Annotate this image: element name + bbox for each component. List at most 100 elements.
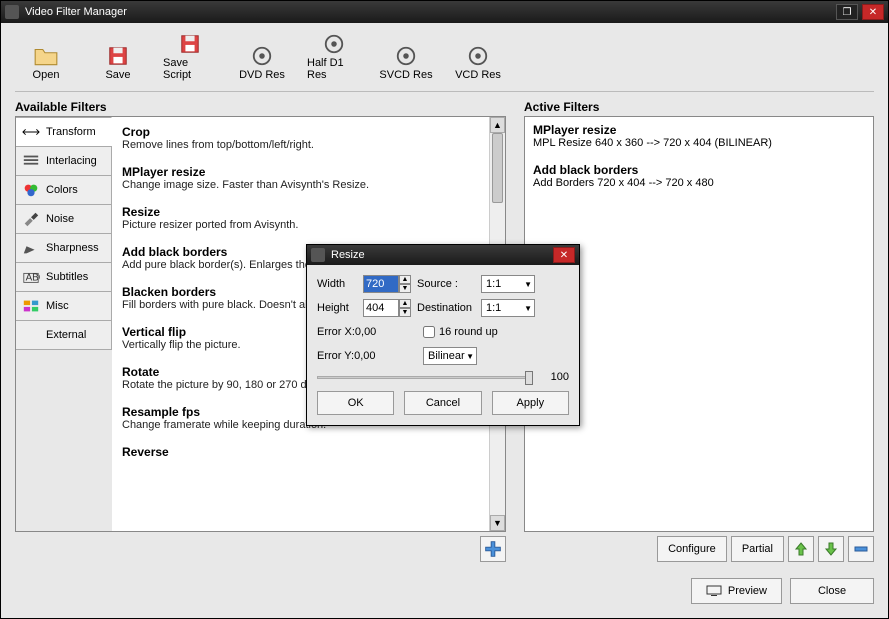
app-icon: [5, 5, 19, 19]
category-label: Subtitles: [46, 271, 88, 283]
filter-name: Resize: [122, 205, 481, 219]
source-ratio-select[interactable]: 1:1▼: [481, 275, 535, 293]
destination-label: Destination: [417, 302, 481, 314]
open-tool[interactable]: Open: [19, 45, 73, 81]
filter-desc: Remove lines from top/bottom/left/right.: [122, 139, 481, 151]
active-filters-label: Active Filters: [524, 100, 874, 114]
filter-desc: Picture resizer ported from Avisynth.: [122, 219, 481, 231]
chevron-down-icon: ▼: [524, 280, 532, 289]
half-d1-res-tool[interactable]: Half D1 Res: [307, 33, 361, 81]
main-toolbar: Open Save Save Script DVD Res Half D1 Res SVC…: [1, 23, 888, 87]
vcd-res-tool[interactable]: VCD Res: [451, 45, 505, 81]
category-label: Colors: [46, 184, 78, 196]
scroll-down-button[interactable]: ▼: [490, 515, 505, 531]
available-filters-label: Available Filters: [15, 100, 506, 114]
active-filter-desc: MPL Resize 640 x 360 --> 720 x 404 (BILI…: [533, 137, 865, 149]
save-tool[interactable]: Save: [91, 45, 145, 81]
category-label: External: [46, 329, 86, 341]
monitor-icon: [706, 585, 722, 597]
category-tab-interlacing[interactable]: Interlacing: [16, 146, 112, 176]
resize-dialog-title: Resize: [331, 249, 553, 261]
height-label: Height: [317, 302, 363, 314]
error-y-label: Error Y:0,00: [317, 350, 417, 362]
width-spin-down[interactable]: ▼: [399, 284, 411, 293]
main-titlebar: Video Filter Manager ❐ ✕: [1, 1, 888, 23]
category-tab-colors[interactable]: Colors: [16, 175, 112, 205]
toolbar-label: Save: [105, 69, 130, 81]
resize-apply-button[interactable]: Apply: [492, 391, 569, 415]
resize-ok-button[interactable]: OK: [317, 391, 394, 415]
category-tab-transform[interactable]: Transform: [16, 117, 112, 147]
filter-item[interactable]: Reverse: [122, 445, 481, 459]
error-x-label: Error X:0,00: [317, 326, 417, 338]
add-filter-button[interactable]: [480, 536, 506, 562]
destination-ratio-select[interactable]: 1:1▼: [481, 299, 535, 317]
category-label: Noise: [46, 213, 74, 225]
resize-close-button[interactable]: ✕: [553, 247, 575, 263]
category-label: Misc: [46, 300, 69, 312]
close-window-button[interactable]: ✕: [862, 4, 884, 20]
svg-text:ABC: ABC: [26, 273, 40, 284]
scroll-thumb[interactable]: [492, 133, 503, 203]
chevron-down-icon: ▼: [524, 304, 532, 313]
category-tabs: Transform Interlacing Colors Noise Sharpness…: [16, 117, 112, 531]
height-spin-down[interactable]: ▼: [399, 308, 411, 317]
preview-label: Preview: [728, 585, 767, 597]
separator: [15, 91, 874, 92]
active-filter-item[interactable]: Add black bordersAdd Borders 720 x 404 -…: [533, 163, 865, 189]
method-select[interactable]: Bilinear▼: [423, 347, 477, 365]
arrow-up-icon: [793, 541, 809, 557]
toolbar-label: SVCD Res: [379, 69, 432, 81]
category-label: Interlacing: [46, 155, 97, 167]
window-title: Video Filter Manager: [25, 6, 836, 18]
toolbar-label: Open: [33, 69, 60, 81]
filter-name: Crop: [122, 125, 481, 139]
move-up-button[interactable]: [788, 536, 814, 562]
filter-item[interactable]: MPlayer resizeChange image size. Faster …: [122, 165, 481, 191]
dvd-res-tool[interactable]: DVD Res: [235, 45, 289, 81]
height-input[interactable]: [363, 299, 399, 317]
category-tab-noise[interactable]: Noise: [16, 204, 112, 234]
width-spin-up[interactable]: ▲: [399, 275, 411, 284]
preview-button[interactable]: Preview: [691, 578, 782, 604]
save-script-tool[interactable]: Save Script: [163, 33, 217, 81]
chevron-down-icon: ▼: [466, 352, 474, 361]
source-label: Source :: [417, 278, 481, 290]
dialog-icon: [311, 248, 325, 262]
close-button[interactable]: Close: [790, 578, 874, 604]
configure-button[interactable]: Configure: [657, 536, 727, 562]
height-spin-up[interactable]: ▲: [399, 299, 411, 308]
toolbar-label: DVD Res: [239, 69, 285, 81]
close-label: Close: [818, 585, 846, 597]
filter-item[interactable]: CropRemove lines from top/bottom/left/ri…: [122, 125, 481, 151]
toolbar-label: VCD Res: [455, 69, 501, 81]
toolbar-label: Half D1 Res: [307, 57, 361, 81]
resize-cancel-button[interactable]: Cancel: [404, 391, 481, 415]
resize-slider[interactable]: [317, 371, 533, 383]
width-input[interactable]: [363, 275, 399, 293]
svcd-res-tool[interactable]: SVCD Res: [379, 45, 433, 81]
slider-value: 100: [539, 371, 569, 383]
category-tab-misc[interactable]: Misc: [16, 291, 112, 321]
active-filter-item[interactable]: MPlayer resizeMPL Resize 640 x 360 --> 7…: [533, 123, 865, 149]
filter-desc: Change image size. Faster than Avisynth'…: [122, 179, 481, 191]
category-label: Transform: [46, 126, 96, 138]
roundup-checkbox[interactable]: 16 round up: [423, 326, 498, 338]
maximize-button[interactable]: ❐: [836, 4, 858, 20]
scroll-up-button[interactable]: ▲: [490, 117, 505, 133]
plus-icon: [481, 538, 505, 560]
roundup-input[interactable]: [423, 326, 435, 338]
toolbar-label: Save Script: [163, 57, 217, 81]
remove-filter-button[interactable]: [848, 536, 874, 562]
category-label: Sharpness: [46, 242, 99, 254]
category-tab-subtitles[interactable]: ABC Subtitles: [16, 262, 112, 292]
filter-item[interactable]: ResizePicture resizer ported from Avisyn…: [122, 205, 481, 231]
move-down-button[interactable]: [818, 536, 844, 562]
active-filter-name: Add black borders: [533, 163, 865, 177]
category-tab-external[interactable]: External: [16, 320, 112, 350]
partial-button[interactable]: Partial: [731, 536, 784, 562]
filter-name: MPlayer resize: [122, 165, 481, 179]
category-tab-sharpness[interactable]: Sharpness: [16, 233, 112, 263]
filter-name: Reverse: [122, 445, 481, 459]
slider-thumb[interactable]: [525, 371, 533, 385]
